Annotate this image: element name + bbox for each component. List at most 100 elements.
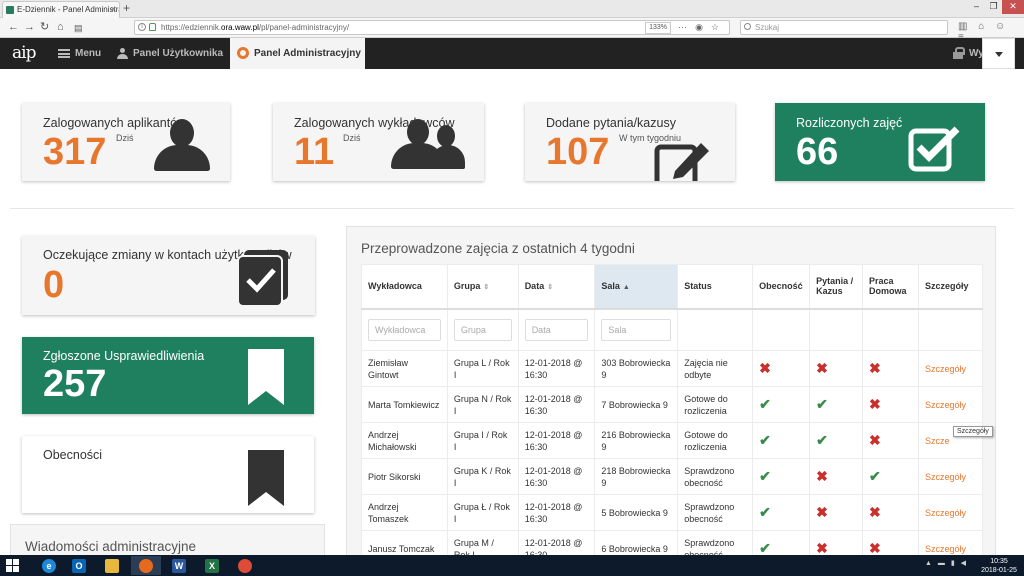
cross-icon: ✖ [869, 431, 881, 448]
cross-icon: ✖ [869, 503, 881, 520]
nav-admin-panel[interactable]: Panel Administracyjny [230, 38, 365, 69]
table-row: Andrzej Michałowski Grupa I / Rok I 12-01-… [361, 422, 984, 459]
col-header-lecturer[interactable]: Wykładowca [361, 264, 448, 310]
reload-icon[interactable]: ↻ [40, 20, 49, 35]
filter-row: Wykładowca Grupa Data Sala [361, 308, 984, 351]
browser-toolbar: ← → ↻ ⌂ ▤ i https://edziennik.ora.waw.pl… [0, 18, 1024, 43]
explorer-taskbar-icon[interactable] [97, 556, 127, 575]
user-icon [117, 47, 128, 59]
close-tab-icon[interactable]: × [111, 2, 116, 17]
forward-icon[interactable]: → [24, 20, 35, 35]
app-navbar: aip Menu Panel Użytkownika Panel Adminis… [0, 38, 1024, 69]
stat-card-settled[interactable]: Rozliczonych zajęć 66 [775, 103, 985, 181]
details-link[interactable]: Szczegóły [925, 472, 966, 482]
stat-card-applicants[interactable]: Zalogowanych aplikantów 317 Dziś [22, 103, 230, 181]
browser-tab[interactable]: E-Dziennik - Panel Administracyjny × [2, 1, 120, 18]
star-icon[interactable]: ☆ [711, 21, 719, 34]
maximize-icon[interactable]: ❐ [985, 0, 1002, 14]
classes-title: Przeprowadzone zajęcia z ostatnich 4 tyg… [361, 241, 635, 256]
pocket-icon[interactable]: ◉ [695, 21, 703, 34]
ie-taskbar-icon[interactable]: e [34, 556, 64, 575]
minimize-icon[interactable]: – [968, 0, 985, 14]
filter-group-input[interactable]: Grupa [453, 318, 512, 341]
details-link[interactable]: Szczegóły [925, 400, 966, 410]
close-window-icon[interactable]: ✕ [1002, 0, 1024, 14]
nav-user-panel[interactable]: Panel Użytkownika [117, 38, 223, 69]
home-icon[interactable]: ⌂ [57, 20, 64, 35]
cell-details: Szczegóły [917, 386, 984, 423]
url-host: ora.waw.pl [221, 23, 259, 32]
details-link[interactable]: Szczegóły [925, 364, 966, 374]
stat-card-excuses[interactable]: Zgłoszone Usprawiedliwienia 257 [22, 337, 314, 414]
url-bar[interactable]: i https://edziennik.ora.waw.pl/pl/panel-… [134, 20, 730, 35]
cell-room: 7 Bobrowiecka 9 [594, 386, 679, 423]
firefox-taskbar-icon[interactable] [131, 556, 161, 575]
stat-value: 0 [43, 264, 65, 306]
windows-start-icon[interactable] [6, 559, 20, 572]
col-header-homework[interactable]: Praca Domowa [862, 264, 919, 310]
col-header-questions[interactable]: Pytania / Kazus [809, 264, 864, 310]
url-path: /pl/panel-administracyjny/ [258, 23, 350, 32]
cell-details: Szczegóły [917, 494, 984, 531]
stat-card-pending-changes[interactable]: Oczekujące zmiany w kontach użytkowników… [22, 236, 315, 315]
col-header-group[interactable]: Grupa ⇕ [446, 264, 519, 310]
cross-icon: ✖ [759, 359, 771, 376]
filter-date-input[interactable]: Data [524, 318, 589, 341]
taskbar-clock[interactable]: 10:35 2018-01-25 [978, 557, 1020, 575]
bookmark-toolbar-icon[interactable]: ▤ [74, 21, 83, 36]
new-tab-icon[interactable]: + [123, 1, 130, 16]
word-taskbar-icon[interactable]: W [164, 556, 194, 575]
stat-value: 257 [43, 363, 107, 405]
cell-homework: ✖ [862, 494, 919, 531]
details-link[interactable]: Szcze [925, 436, 950, 446]
tooltip: Szczegóły [953, 426, 993, 437]
chrome-taskbar-icon[interactable] [230, 556, 260, 575]
zoom-indicator[interactable]: 133% [645, 22, 671, 34]
col-header-details[interactable]: Szczegóły [917, 264, 984, 310]
details-link[interactable]: Szczegóły [925, 544, 966, 554]
search-input[interactable]: Szukaj [740, 20, 948, 35]
check-icon: ✔ [759, 539, 771, 556]
dropdown-toggle-button[interactable] [982, 38, 1015, 69]
system-tray-icons[interactable]: ▲ ▬ ▮ ◀ [925, 559, 968, 567]
table-header-row: Wykładowca Grupa ⇕ Data ⇕ Sala ▲ Status Obe… [361, 264, 984, 310]
sort-asc-icon: ▲ [622, 284, 630, 292]
cell-status: Zajęcia nie odbyte [677, 350, 754, 387]
check-icon: ✔ [759, 395, 771, 412]
info-icon[interactable]: i [138, 23, 146, 31]
filter-lecturer-input[interactable]: Wykładowca [368, 318, 441, 341]
cell-lecturer: Andrzej Michałowski [361, 422, 448, 459]
cell-lecturer: Marta Tomkiewicz [361, 386, 448, 423]
back-icon[interactable]: ← [8, 20, 19, 35]
cell-homework: ✖ [862, 422, 919, 459]
stat-card-questions[interactable]: Dodane pytania/kazusy 107 W tym tygodniu [525, 103, 735, 181]
nav-menu-label: Menu [75, 48, 102, 59]
table-row: Piotr Sikorski Grupa K / Rok I 12-01-2018 … [361, 458, 984, 495]
cell-group: Grupa N / Rok I [446, 386, 519, 423]
more-icon[interactable]: ··· [678, 21, 687, 34]
cell-status: Gotowe do rozliczenia [677, 422, 754, 459]
aip-logo[interactable]: aip [12, 43, 36, 63]
cell-homework: ✖ [862, 386, 919, 423]
gear-icon [237, 47, 249, 59]
details-link[interactable]: Szczegóły [925, 508, 966, 518]
stat-card-lecturers[interactable]: Zalogowanych wykładowców 11 Dziś [273, 103, 484, 181]
cell-room: 218 Bobrowiecka 9 [594, 458, 679, 495]
stat-card-attendance[interactable]: Obecności [22, 436, 314, 513]
outlook-taskbar-icon[interactable]: O [64, 556, 94, 575]
table-row: Marta Tomkiewicz Grupa N / Rok I 12-01-201… [361, 386, 984, 423]
col-header-status[interactable]: Status [677, 264, 754, 310]
url-prefix: https://edziennik. [161, 23, 222, 32]
nav-menu[interactable]: Menu [58, 38, 101, 69]
cell-room: 303 Bobrowiecka 9 [594, 350, 679, 387]
col-header-attendance[interactable]: Obecność [752, 264, 811, 310]
table-row: Ziemisław Gintowt Grupa L / Rok I 12-01-20… [361, 350, 984, 387]
col-header-room[interactable]: Sala ▲ [594, 264, 679, 310]
excel-taskbar-icon[interactable]: X [197, 556, 227, 575]
cell-group: Grupa I / Rok I [446, 422, 519, 459]
col-header-date[interactable]: Data ⇕ [517, 264, 596, 310]
cell-details: Szczegóły [917, 458, 984, 495]
filter-room-input[interactable]: Sala [601, 318, 672, 341]
cell-group: Grupa K / Rok I [446, 458, 519, 495]
check-icon: ✔ [869, 467, 881, 484]
